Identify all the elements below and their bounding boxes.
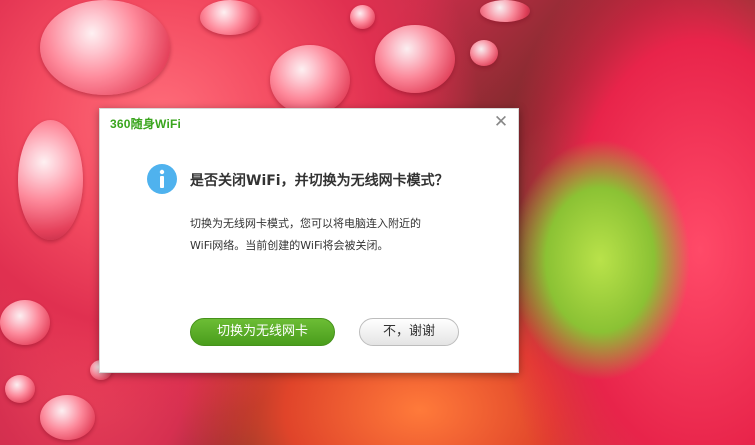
water-drop [40,0,170,95]
water-drop [40,395,95,440]
switch-to-wireless-card-button[interactable]: 切换为无线网卡 [190,318,335,346]
brand-logo: 360随身WiFi [110,117,182,131]
water-drop [18,120,83,240]
water-drop [480,0,530,22]
no-thanks-button[interactable]: 不，谢谢 [359,318,459,346]
water-drop [350,5,375,29]
dialog-description: 切换为无线网卡模式，您可以将电脑连入附近的 WiFi网络。当前创建的WiFi将会… [190,213,490,257]
dialog-question: 是否关闭WiFi，并切换为无线网卡模式？ [190,173,449,189]
info-icon [147,164,177,194]
water-drop [375,25,455,93]
close-button[interactable]: ✕ [492,113,510,131]
water-drop [270,45,350,115]
water-drop [200,0,260,35]
water-drop [0,300,50,345]
switch-mode-dialog: 360随身WiFi ✕ 是否关闭WiFi，并切换为无线网卡模式？ 切换为无线网卡… [99,108,519,373]
description-line: 切换为无线网卡模式，您可以将电脑连入附近的 [190,217,421,230]
water-drop [5,375,35,403]
water-drop [470,40,498,66]
description-line: WiFi网络。当前创建的WiFi将会被关闭。 [190,239,389,252]
